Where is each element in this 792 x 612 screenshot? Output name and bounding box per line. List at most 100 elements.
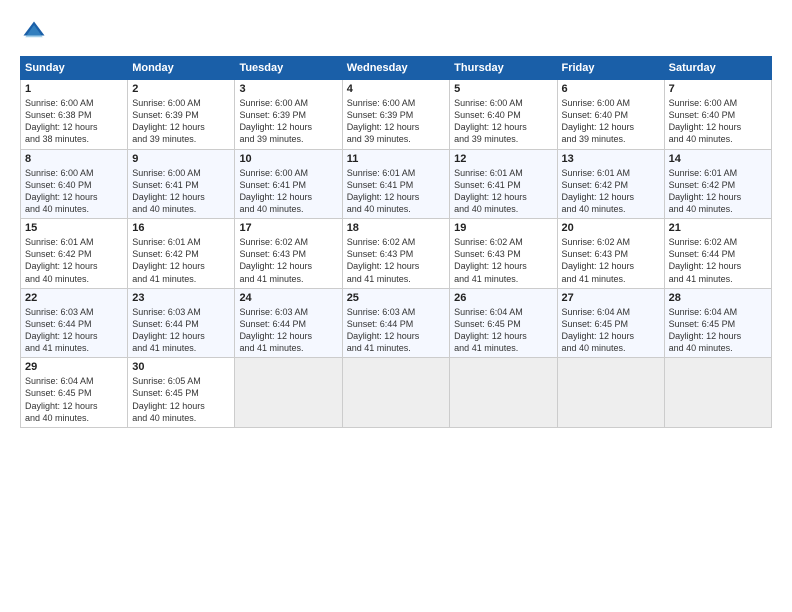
day-info: Sunrise: 6:04 AMSunset: 6:45 PMDaylight:… [454,306,552,355]
day-info: Sunrise: 6:00 AMSunset: 6:39 PMDaylight:… [347,97,445,146]
day-number: 30 [132,361,230,373]
day-info: Sunrise: 6:01 AMSunset: 6:42 PMDaylight:… [132,236,230,285]
day-info: Sunrise: 6:00 AMSunset: 6:39 PMDaylight:… [132,97,230,146]
calendar-cell: 7 Sunrise: 6:00 AMSunset: 6:40 PMDaylight… [664,80,771,150]
calendar-cell: 13 Sunrise: 6:01 AMSunset: 6:42 PMDayligh… [557,149,664,219]
day-number: 18 [347,222,445,234]
day-info: Sunrise: 6:00 AMSunset: 6:40 PMDaylight:… [25,167,123,216]
calendar-cell: 25Sunrise: 6:03 AMSunset: 6:44 PMDayligh… [342,288,449,358]
calendar-cell: 29 Sunrise: 6:04 AMSunset: 6:45 PMDayligh… [21,358,128,428]
day-info: Sunrise: 6:04 AMSunset: 6:45 PMDaylight:… [562,306,660,355]
day-info: Sunrise: 6:02 AMSunset: 6:43 PMDaylight:… [454,236,552,285]
day-number: 17 [239,222,337,234]
day-number: 5 [454,83,552,95]
day-info: Sunrise: 6:00 AMSunset: 6:40 PMDaylight:… [562,97,660,146]
calendar-table: SundayMondayTuesdayWednesdayThursdayFrid… [20,56,772,428]
day-number: 11 [347,153,445,165]
day-number: 29 [25,361,123,373]
day-number: 27 [562,292,660,304]
day-info: Sunrise: 6:00 AMSunset: 6:40 PMDaylight:… [454,97,552,146]
calendar-header-row: SundayMondayTuesdayWednesdayThursdayFrid… [21,57,772,80]
day-info: Sunrise: 6:02 AMSunset: 6:43 PMDaylight:… [347,236,445,285]
calendar-week-row: 8Sunrise: 6:00 AMSunset: 6:40 PMDaylight… [21,149,772,219]
calendar-cell: 5 Sunrise: 6:00 AMSunset: 6:40 PMDaylight… [450,80,557,150]
calendar-week-row: 22 Sunrise: 6:03 AMSunset: 6:44 PMDayligh… [21,288,772,358]
column-header-wednesday: Wednesday [342,57,449,80]
day-info: Sunrise: 6:02 AMSunset: 6:43 PMDaylight:… [239,236,337,285]
day-info: Sunrise: 6:05 AMSunset: 6:45 PMDaylight:… [132,375,230,424]
calendar-cell: 16 Sunrise: 6:01 AMSunset: 6:42 PMDayligh… [128,219,235,289]
calendar-cell: 28 Sunrise: 6:04 AMSunset: 6:45 PMDayligh… [664,288,771,358]
day-info: Sunrise: 6:03 AMSunset: 6:44 PMDaylight:… [132,306,230,355]
calendar-cell: 23 Sunrise: 6:03 AMSunset: 6:44 PMDayligh… [128,288,235,358]
day-number: 23 [132,292,230,304]
calendar-cell: 9 Sunrise: 6:00 AMSunset: 6:41 PMDaylight… [128,149,235,219]
calendar-cell [235,358,342,428]
calendar-cell: 17 Sunrise: 6:02 AMSunset: 6:43 PMDayligh… [235,219,342,289]
calendar-cell [557,358,664,428]
calendar-cell: 10 Sunrise: 6:00 AMSunset: 6:41 PMDayligh… [235,149,342,219]
calendar-cell: 11 Sunrise: 6:01 AMSunset: 6:41 PMDayligh… [342,149,449,219]
day-number: 26 [454,292,552,304]
column-header-saturday: Saturday [664,57,771,80]
column-header-monday: Monday [128,57,235,80]
logo-icon [20,18,48,46]
column-header-thursday: Thursday [450,57,557,80]
calendar-header: SundayMondayTuesdayWednesdayThursdayFrid… [21,57,772,80]
day-info: Sunrise: 6:01 AMSunset: 6:41 PMDaylight:… [347,167,445,216]
day-info: Sunrise: 6:03 AMSunset: 6:44 PMDaylight:… [239,306,337,355]
day-number: 28 [669,292,767,304]
calendar-cell [342,358,449,428]
day-info: Sunrise: 6:00 AMSunset: 6:41 PMDaylight:… [239,167,337,216]
calendar-cell: 21Sunrise: 6:02 AMSunset: 6:44 PMDayligh… [664,219,771,289]
day-number: 12 [454,153,552,165]
calendar-week-row: 15Sunrise: 6:01 AMSunset: 6:42 PMDayligh… [21,219,772,289]
day-number: 9 [132,153,230,165]
day-number: 24 [239,292,337,304]
calendar-week-row: 1 Sunrise: 6:00 AMSunset: 6:38 PMDaylight… [21,80,772,150]
day-number: 20 [562,222,660,234]
day-info: Sunrise: 6:04 AMSunset: 6:45 PMDaylight:… [669,306,767,355]
column-header-sunday: Sunday [21,57,128,80]
day-number: 6 [562,83,660,95]
day-number: 7 [669,83,767,95]
day-number: 2 [132,83,230,95]
calendar-cell: 30 Sunrise: 6:05 AMSunset: 6:45 PMDayligh… [128,358,235,428]
calendar-cell: 14 Sunrise: 6:01 AMSunset: 6:42 PMDayligh… [664,149,771,219]
header [20,18,772,46]
calendar-week-row: 29 Sunrise: 6:04 AMSunset: 6:45 PMDayligh… [21,358,772,428]
day-info: Sunrise: 6:00 AMSunset: 6:39 PMDaylight:… [239,97,337,146]
column-header-friday: Friday [557,57,664,80]
calendar-cell: 3 Sunrise: 6:00 AMSunset: 6:39 PMDaylight… [235,80,342,150]
day-info: Sunrise: 6:00 AMSunset: 6:38 PMDaylight:… [25,97,123,146]
calendar-cell: 2 Sunrise: 6:00 AMSunset: 6:39 PMDaylight… [128,80,235,150]
calendar-cell: 24 Sunrise: 6:03 AMSunset: 6:44 PMDayligh… [235,288,342,358]
calendar-body: 1 Sunrise: 6:00 AMSunset: 6:38 PMDaylight… [21,80,772,428]
calendar-cell: 18 Sunrise: 6:02 AMSunset: 6:43 PMDayligh… [342,219,449,289]
logo [20,18,52,46]
day-number: 10 [239,153,337,165]
day-number: 3 [239,83,337,95]
calendar-cell: 15Sunrise: 6:01 AMSunset: 6:42 PMDayligh… [21,219,128,289]
calendar-cell: 12 Sunrise: 6:01 AMSunset: 6:41 PMDayligh… [450,149,557,219]
day-info: Sunrise: 6:01 AMSunset: 6:42 PMDaylight:… [669,167,767,216]
day-info: Sunrise: 6:01 AMSunset: 6:41 PMDaylight:… [454,167,552,216]
day-number: 16 [132,222,230,234]
day-number: 4 [347,83,445,95]
calendar-cell: 22Sunrise: 6:03 AMSunset: 6:44 PMDayligh… [21,288,128,358]
day-number: 13 [562,153,660,165]
day-number: 14 [669,153,767,165]
calendar-cell: 27 Sunrise: 6:04 AMSunset: 6:45 PMDayligh… [557,288,664,358]
day-info: Sunrise: 6:02 AMSunset: 6:43 PMDaylight:… [562,236,660,285]
day-info: Sunrise: 6:04 AMSunset: 6:45 PMDaylight:… [25,375,123,424]
day-number: 1 [25,83,123,95]
calendar-cell: 6 Sunrise: 6:00 AMSunset: 6:40 PMDaylight… [557,80,664,150]
day-info: Sunrise: 6:00 AMSunset: 6:41 PMDaylight:… [132,167,230,216]
column-header-tuesday: Tuesday [235,57,342,80]
day-info: Sunrise: 6:00 AMSunset: 6:40 PMDaylight:… [669,97,767,146]
day-info: Sunrise: 6:01 AMSunset: 6:42 PMDaylight:… [562,167,660,216]
day-number: 22 [25,292,123,304]
calendar-cell: 8Sunrise: 6:00 AMSunset: 6:40 PMDaylight… [21,149,128,219]
calendar-cell: 20 Sunrise: 6:02 AMSunset: 6:43 PMDayligh… [557,219,664,289]
day-number: 21 [669,222,767,234]
